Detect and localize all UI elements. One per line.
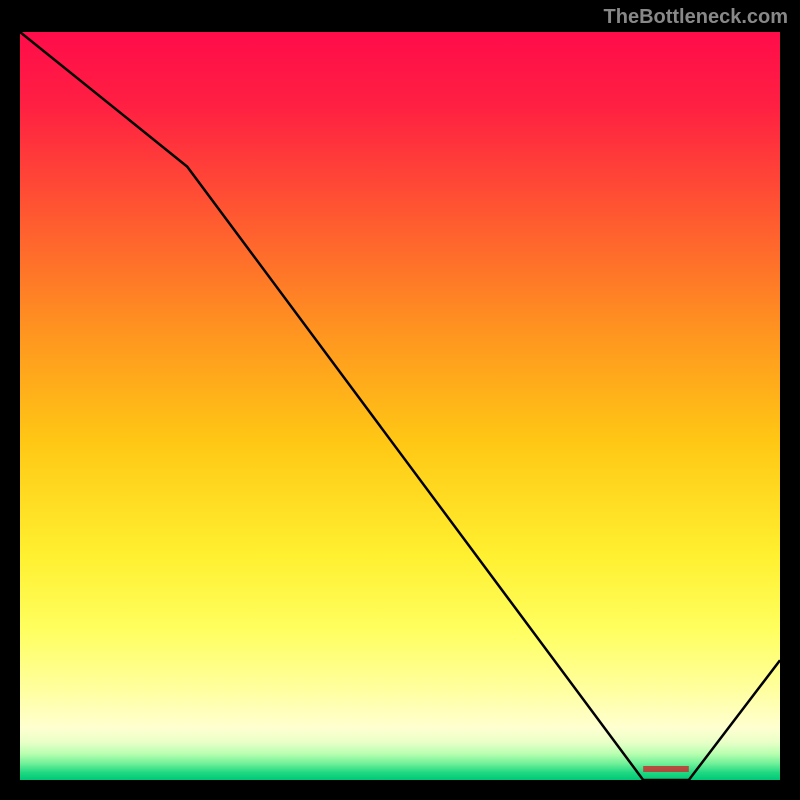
watermark-text: TheBottleneck.com (604, 6, 788, 29)
gradient-background (20, 32, 780, 780)
plot-area (20, 32, 780, 780)
chart-container (20, 32, 780, 780)
